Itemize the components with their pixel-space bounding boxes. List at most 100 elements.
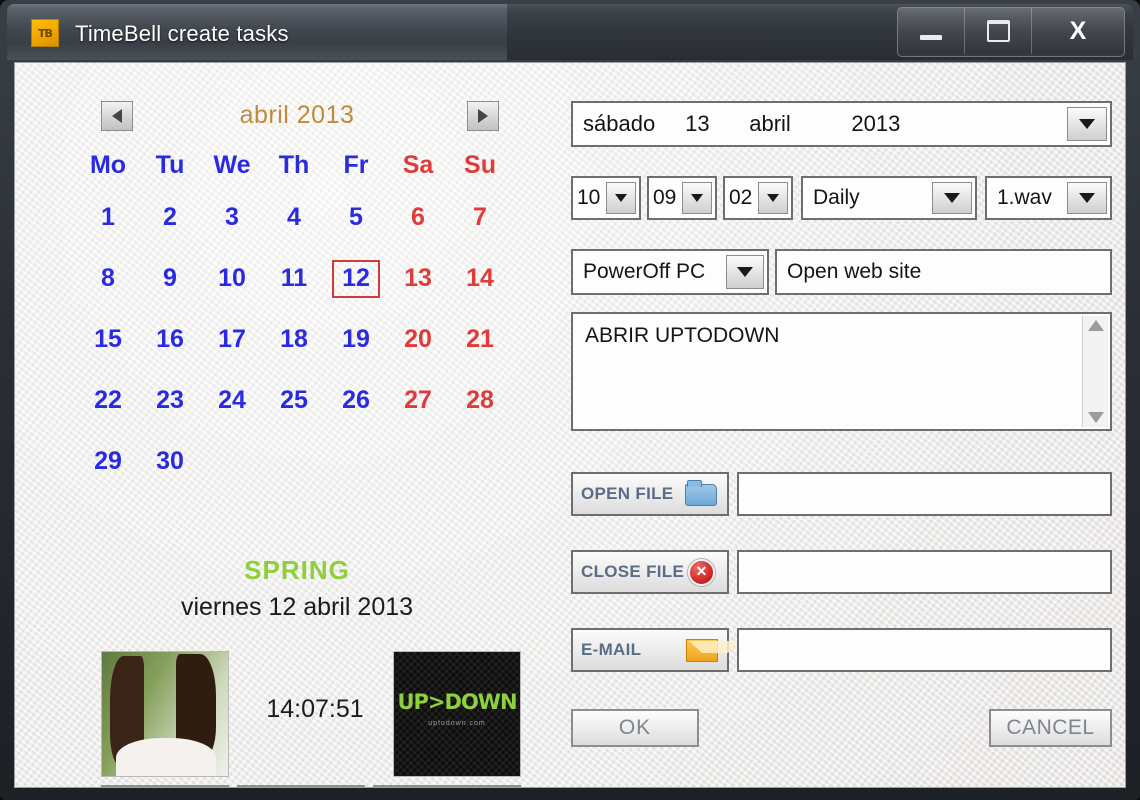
calendar-day-28[interactable]: 28	[449, 370, 511, 431]
close-file-label: CLOSE FILE	[581, 562, 685, 581]
minimize-button[interactable]	[898, 8, 965, 54]
chevron-down-icon	[615, 194, 627, 202]
task-minute-combo[interactable]: 09	[647, 176, 717, 220]
task-action-dropdown-button[interactable]	[726, 255, 764, 289]
calendar-day-29[interactable]: 29	[77, 431, 139, 492]
thumbnail-buttons: IMAGE TODAY WALLPAPER	[101, 785, 521, 787]
calendar-day-6[interactable]: 6	[387, 187, 449, 248]
task-hour-dropdown-button[interactable]	[606, 182, 636, 214]
calendar-day-30[interactable]: 30	[139, 431, 201, 492]
calendar-day-8[interactable]: 8	[77, 248, 139, 309]
calendar-day-1[interactable]: 1	[77, 187, 139, 248]
calendar-day-25[interactable]: 25	[263, 370, 325, 431]
task-repeat-combo[interactable]: Daily	[801, 176, 977, 220]
close-circle-icon	[685, 558, 719, 586]
task-date-weekday: sábado	[583, 111, 656, 136]
open-file-label: OPEN FILE	[581, 484, 674, 503]
calendar-day-7[interactable]: 7	[449, 187, 511, 248]
photo-body	[116, 738, 216, 776]
image-button[interactable]: IMAGE	[101, 785, 229, 787]
calendar-day-19[interactable]: 19	[325, 309, 387, 370]
calendar-day-24[interactable]: 24	[201, 370, 263, 431]
calendar-day-5[interactable]: 5	[325, 187, 387, 248]
calendar-day-21[interactable]: 21	[449, 309, 511, 370]
task-note-textarea[interactable]: ABRIR UPTODOWN	[571, 312, 1112, 431]
scroll-down-icon[interactable]	[1087, 412, 1104, 423]
scroll-up-icon[interactable]	[1087, 320, 1104, 331]
calendar-day-11[interactable]: 11	[263, 248, 325, 309]
calendar-day-4[interactable]: 4	[263, 187, 325, 248]
wallpaper-sublabel: uptodown.com	[428, 720, 486, 727]
task-repeat-value: Daily	[813, 186, 860, 209]
window-title: TimeBell create tasks	[75, 21, 289, 46]
calendar-day-22[interactable]: 22	[77, 370, 139, 431]
close-file-button[interactable]: CLOSE FILE	[571, 550, 729, 594]
calendar-day-20[interactable]: 20	[387, 309, 449, 370]
calendar-day-14[interactable]: 14	[449, 248, 511, 309]
task-date-combo[interactable]: sábado 13 abril 2013	[571, 101, 1112, 147]
calendar-day-10[interactable]: 10	[201, 248, 263, 309]
calendar-day-13[interactable]: 13	[387, 248, 449, 309]
calendar-prev-month-button[interactable]	[101, 101, 133, 131]
image-thumbnail[interactable]	[101, 651, 229, 777]
calendar-day-27[interactable]: 27	[387, 370, 449, 431]
calendar-day-26[interactable]: 26	[325, 370, 387, 431]
calendar-day-grid: 1 2 3 4 5 6 7 8 9 10 11 12 13 14 15 16 17 18 19 20 21 22 23 24 2…	[77, 187, 517, 492]
clock-display: 14:07:51	[266, 695, 364, 723]
title-bar: TB TimeBell create tasks X	[7, 4, 1133, 60]
calendar-month-title: abril 2013	[239, 101, 355, 129]
task-minute-dropdown-button[interactable]	[682, 182, 712, 214]
calendar-day-2[interactable]: 2	[139, 187, 201, 248]
task-second-dropdown-button[interactable]	[758, 182, 788, 214]
calendar-day-12[interactable]: 12	[325, 248, 387, 309]
calendar-next-month-button[interactable]	[467, 101, 499, 131]
calendar-dow-tu: Tu	[155, 151, 185, 179]
calendar-day-9[interactable]: 9	[139, 248, 201, 309]
task-second-combo[interactable]: 02	[723, 176, 793, 220]
task-repeat-dropdown-button[interactable]	[932, 182, 972, 214]
task-sound-combo[interactable]: 1.wav	[985, 176, 1112, 220]
thumbnail-row: 14:07:51 UP>DOWN uptodown.com	[101, 651, 521, 779]
window-controls: X	[897, 7, 1125, 57]
open-file-path-field[interactable]	[737, 472, 1112, 516]
email-button[interactable]: E-MAIL	[571, 628, 741, 672]
close-file-path-field[interactable]	[737, 550, 1112, 594]
calendar-dow-sa: Sa	[402, 151, 434, 179]
task-date-dropdown-button[interactable]	[1067, 107, 1107, 141]
note-scrollbar[interactable]	[1082, 316, 1108, 427]
open-file-row: OPEN FILE	[571, 472, 1112, 516]
task-sound-value: 1.wav	[997, 186, 1052, 209]
close-icon: X	[1069, 16, 1087, 45]
task-action-combo[interactable]: PowerOff PC	[571, 249, 769, 295]
email-label: E-MAIL	[581, 640, 642, 659]
task-hour-combo[interactable]: 10	[571, 176, 641, 220]
task-form-panel: sábado 13 abril 2013 10 09 02 Daily 1.wa…	[556, 63, 1125, 787]
close-button[interactable]: X	[1032, 8, 1124, 54]
maximize-button[interactable]	[965, 8, 1032, 54]
task-sound-dropdown-button[interactable]	[1067, 182, 1107, 214]
calendar-dow-th: Th	[278, 151, 310, 179]
today-button[interactable]: TODAY	[237, 785, 365, 787]
calendar-day-17[interactable]: 17	[201, 309, 263, 370]
wallpaper-texture	[394, 652, 520, 776]
calendar-day-18[interactable]: 18	[263, 309, 325, 370]
task-date-month: abril	[749, 111, 791, 136]
cancel-button[interactable]: CANCEL	[989, 709, 1112, 747]
calendar-day-23[interactable]: 23	[139, 370, 201, 431]
task-second-value: 02	[729, 186, 753, 209]
calendar-day-15[interactable]: 15	[77, 309, 139, 370]
close-file-row: CLOSE FILE	[571, 550, 1112, 594]
task-website-input[interactable]: Open web site	[775, 249, 1112, 295]
task-action-value: PowerOff PC	[583, 260, 706, 283]
task-note-value: ABRIR UPTODOWN	[585, 324, 780, 347]
wallpaper-thumbnail[interactable]: UP>DOWN uptodown.com	[393, 651, 521, 777]
calendar-header: abril 2013	[77, 101, 517, 143]
open-file-button[interactable]: OPEN FILE	[571, 472, 729, 516]
calendar-day-16[interactable]: 16	[139, 309, 201, 370]
wallpaper-button[interactable]: WALLPAPER	[373, 785, 521, 787]
email-address-field[interactable]	[737, 628, 1112, 672]
season-label: SPRING	[244, 555, 350, 585]
ok-button[interactable]: OK	[571, 709, 699, 747]
calendar-day-3[interactable]: 3	[201, 187, 263, 248]
client-area: abril 2013 Mo Tu We Th Fr Sa Su 1 2 3 4 5 6 7 8 9 10 11 1…	[14, 62, 1126, 788]
